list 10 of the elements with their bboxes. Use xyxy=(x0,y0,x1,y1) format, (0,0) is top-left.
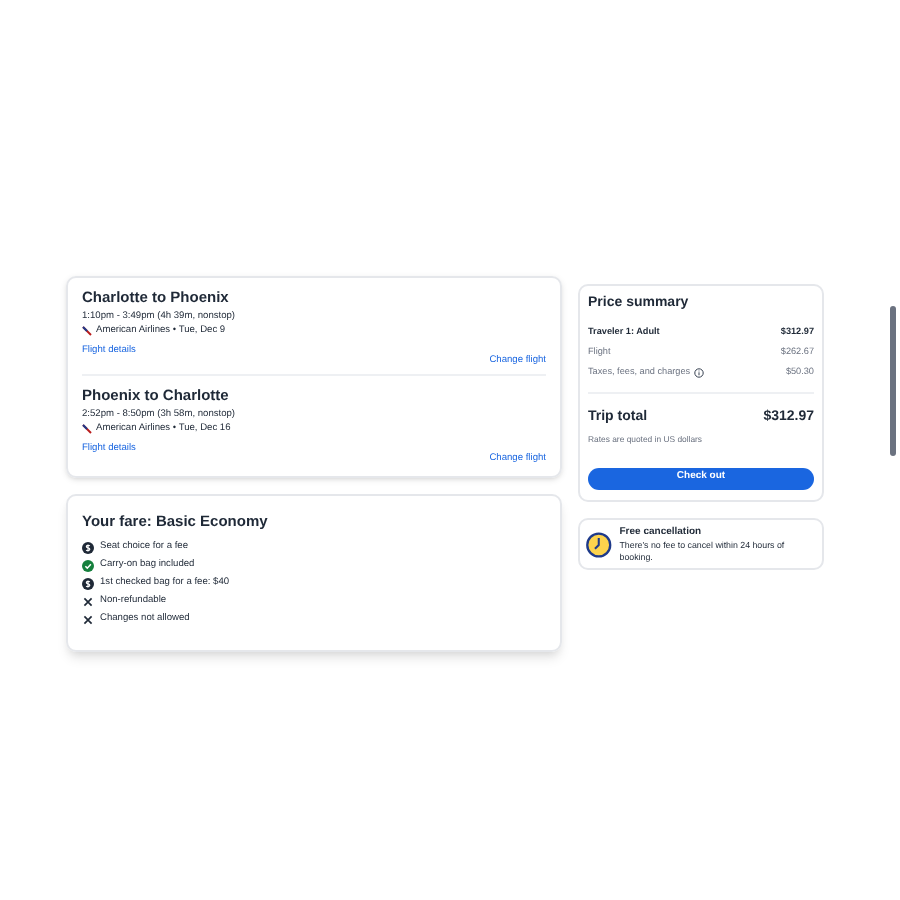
dollar-icon xyxy=(82,542,94,555)
airline-logo-icon xyxy=(82,424,92,434)
clock-icon xyxy=(586,531,612,558)
check-icon xyxy=(82,560,94,573)
scrollbar[interactable] xyxy=(890,306,896,456)
airline-logo-icon xyxy=(82,326,92,336)
dollar-icon xyxy=(82,578,94,591)
info-icon[interactable] xyxy=(694,367,705,378)
x-icon xyxy=(82,596,94,609)
x-icon xyxy=(82,614,94,627)
